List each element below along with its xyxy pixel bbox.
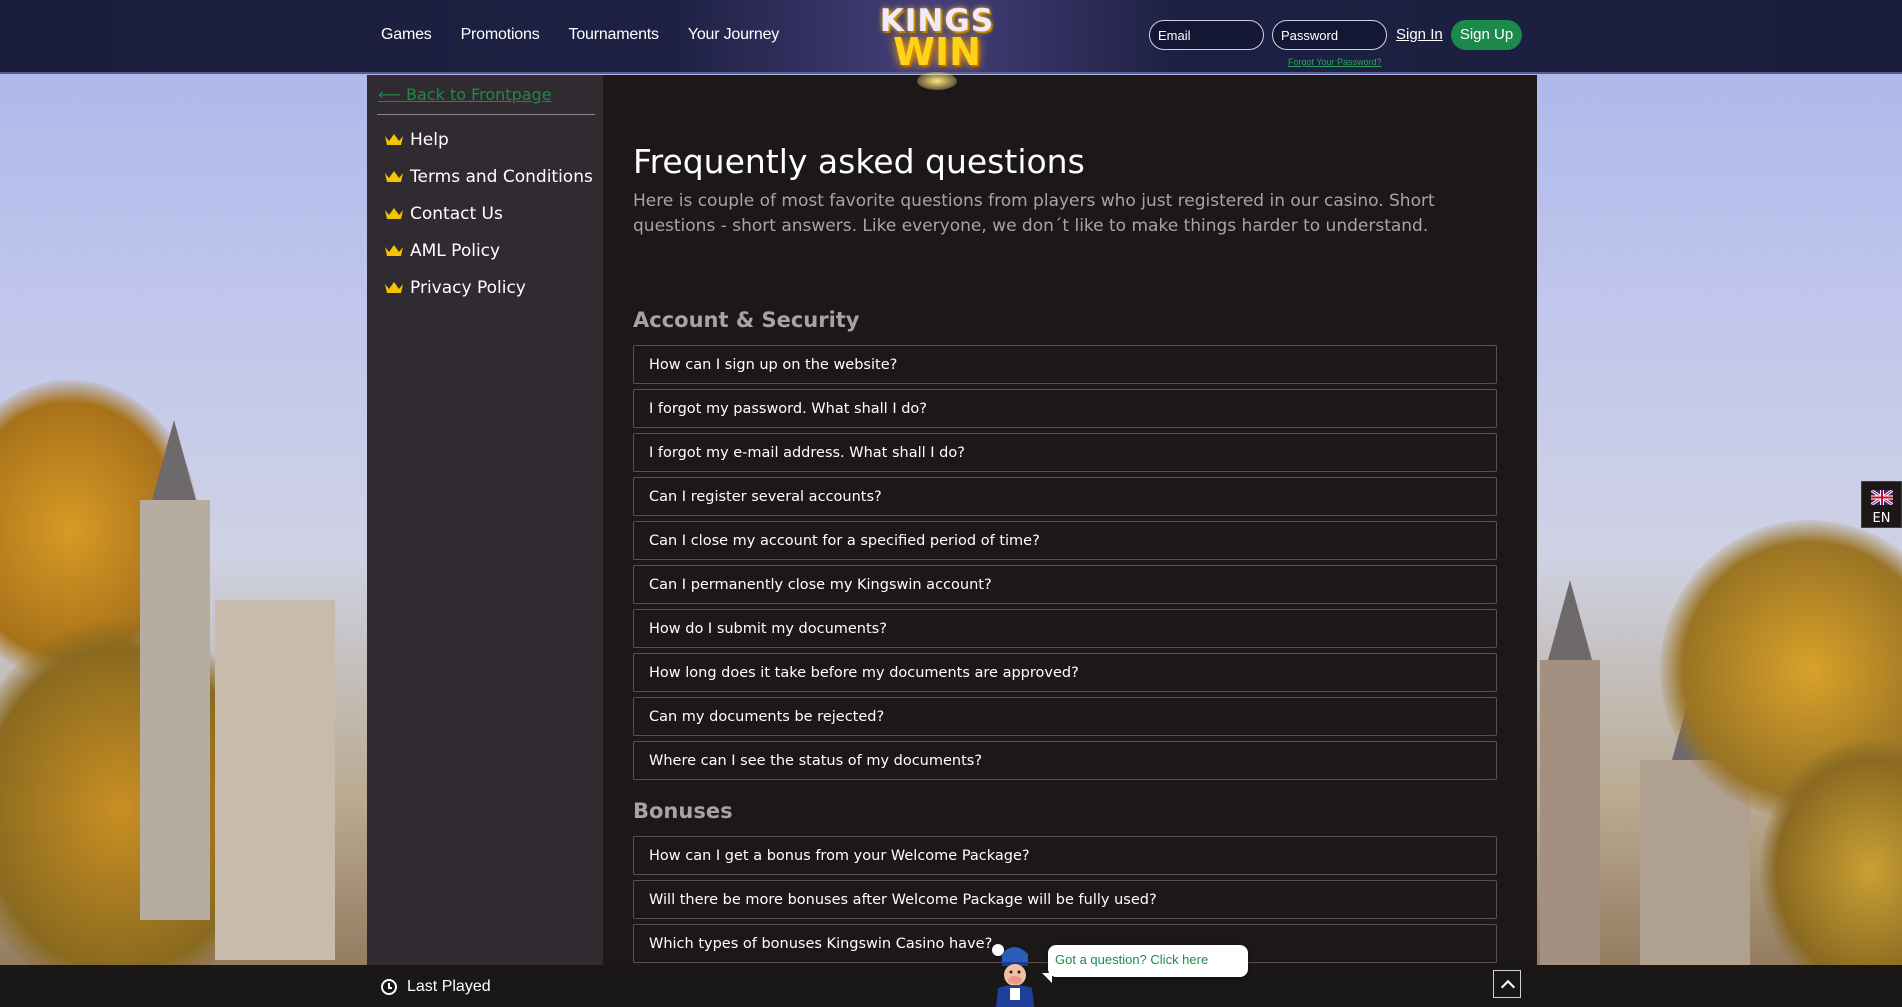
faq-question[interactable]: Can my documents be rejected?	[633, 697, 1497, 736]
nav-your-journey[interactable]: Your Journey	[688, 26, 779, 44]
nav-games[interactable]: Games	[381, 26, 432, 44]
chat-bubble[interactable]: Got a question? Click here	[1042, 945, 1248, 983]
top-header: Games Promotions Tournaments Your Journe…	[0, 0, 1902, 90]
faq-question[interactable]: How do I submit my documents?	[633, 609, 1497, 648]
language-code: EN	[1872, 511, 1891, 526]
crown-icon	[384, 281, 404, 294]
last-played-button[interactable]: Last Played	[381, 978, 491, 996]
faq-question[interactable]: How long does it take before my document…	[633, 653, 1497, 692]
sidebar-divider	[377, 114, 595, 115]
faq-question[interactable]: How can I get a bonus from your Welcome …	[633, 836, 1497, 875]
sidebar-item-help[interactable]: Help	[384, 121, 593, 158]
crown-icon	[384, 133, 404, 146]
page-intro: Here is couple of most favorite question…	[633, 191, 1435, 236]
bottom-bar: Last Played	[0, 965, 1902, 1007]
sidebar-item-label: Contact Us	[410, 203, 503, 224]
section-title-account-security: Account & Security	[633, 308, 860, 332]
page-title: Frequently asked questions	[633, 142, 1085, 181]
faq-question[interactable]: I forgot my e-mail address. What shall I…	[633, 433, 1497, 472]
chat-bubble-label: Got a question? Click here	[1055, 952, 1209, 967]
email-input[interactable]	[1149, 20, 1264, 50]
sidebar-item-label: Help	[410, 129, 449, 150]
uk-flag-icon	[1870, 490, 1893, 505]
sidebar-item-label: Terms and Conditions	[410, 166, 593, 187]
faq-content: Frequently asked questions Here is coupl…	[603, 75, 1537, 965]
last-played-label: Last Played	[407, 978, 491, 995]
sidebar-item-contact[interactable]: Contact Us	[384, 195, 593, 232]
clock-icon	[381, 979, 397, 995]
language-selector[interactable]: EN	[1861, 481, 1902, 528]
sidebar-item-label: Privacy Policy	[410, 277, 526, 298]
main-nav: Games Promotions Tournaments Your Journe…	[381, 26, 779, 44]
faq-question[interactable]: Can I close my account for a specified p…	[633, 521, 1497, 560]
password-input[interactable]	[1272, 20, 1387, 50]
crown-icon	[384, 244, 404, 257]
faq-list-account-security: How can I sign up on the website? I forg…	[633, 345, 1497, 785]
mascot-avatar-icon[interactable]	[984, 942, 1044, 1007]
kingswin-logo[interactable]: KINGS WIN	[872, 2, 1002, 90]
back-to-frontpage-link[interactable]: ⟵ Back to Frontpage	[378, 85, 552, 104]
nav-tournaments[interactable]: Tournaments	[569, 26, 659, 44]
faq-question[interactable]: How can I sign up on the website?	[633, 345, 1497, 384]
faq-question[interactable]: Where can I see the status of my documen…	[633, 741, 1497, 780]
sidebar-menu: Help Terms and Conditions Contact Us AML…	[384, 121, 593, 306]
sidebar-item-privacy-policy[interactable]: Privacy Policy	[384, 269, 593, 306]
faq-question[interactable]: Will there be more bonuses after Welcome…	[633, 880, 1497, 919]
logo-glow	[917, 72, 957, 90]
sign-up-button[interactable]: Sign Up	[1451, 20, 1522, 50]
crown-icon	[384, 170, 404, 183]
section-title-bonuses: Bonuses	[633, 799, 733, 823]
sidebar-item-aml-policy[interactable]: AML Policy	[384, 232, 593, 269]
scroll-to-top-button[interactable]	[1493, 970, 1521, 998]
nav-promotions[interactable]: Promotions	[461, 26, 540, 44]
sidebar-item-terms[interactable]: Terms and Conditions	[384, 158, 593, 195]
faq-question[interactable]: Can I permanently close my Kingswin acco…	[633, 565, 1497, 604]
sidebar: ⟵ Back to Frontpage Help Terms and Condi…	[367, 75, 603, 965]
forgot-password-link[interactable]: Forgot Your Password?	[1288, 57, 1382, 67]
faq-question[interactable]: Can I register several accounts?	[633, 477, 1497, 516]
sign-in-link[interactable]: Sign In	[1396, 26, 1443, 43]
crown-icon	[384, 207, 404, 220]
sidebar-item-label: AML Policy	[410, 240, 501, 261]
faq-question[interactable]: I forgot my password. What shall I do?	[633, 389, 1497, 428]
